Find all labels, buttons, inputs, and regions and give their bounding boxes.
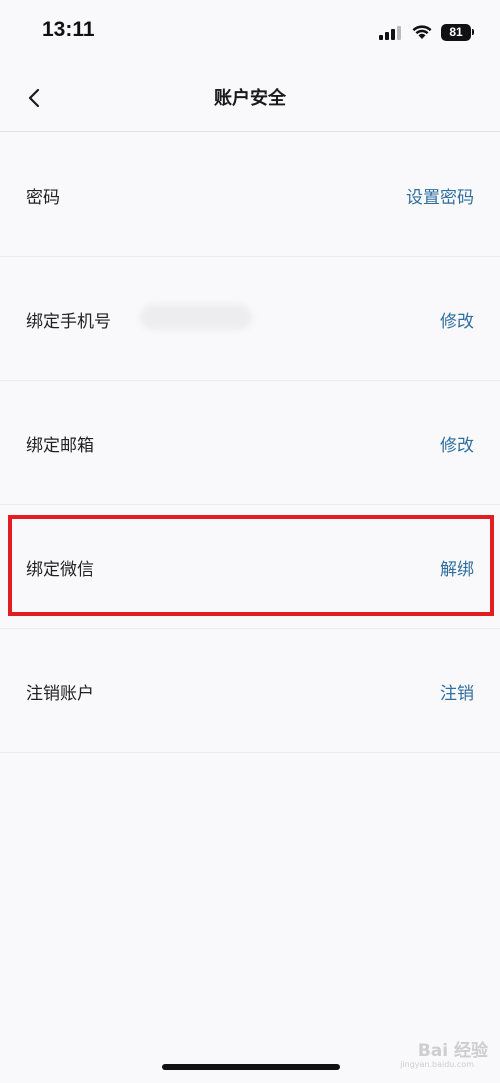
watermark-logo: Bai 经验 bbox=[417, 1041, 488, 1061]
row-label: 密码 bbox=[26, 188, 60, 208]
modify-phone-button[interactable]: 修改 bbox=[440, 307, 474, 332]
modify-email-button[interactable]: 修改 bbox=[440, 431, 474, 456]
status-icons: 81 bbox=[379, 20, 474, 44]
watermark-url: jingyan.baidu.com bbox=[400, 1060, 474, 1069]
row-label: 绑定微信 bbox=[26, 560, 94, 580]
set-password-button[interactable]: 设置密码 bbox=[406, 183, 474, 208]
status-time: 13:11 bbox=[42, 18, 95, 41]
battery-level: 81 bbox=[449, 25, 463, 39]
wifi-icon bbox=[412, 25, 432, 39]
unbind-wechat-button[interactable]: 解绑 bbox=[440, 555, 474, 580]
row-bind-email[interactable]: 绑定邮箱 修改 bbox=[0, 381, 500, 505]
row-label: 注销账户 bbox=[26, 684, 94, 704]
account-security-screen: 13:11 81 账户安全 密码 设置密码 绑定手机号 修改 绑定邮箱 修改 绑… bbox=[0, 0, 500, 1083]
row-password[interactable]: 密码 设置密码 bbox=[0, 133, 500, 257]
battery-tip bbox=[472, 29, 474, 35]
row-label: 绑定邮箱 bbox=[26, 436, 94, 456]
row-bind-wechat[interactable]: 绑定微信 解绑 bbox=[0, 505, 500, 629]
page-title: 账户安全 bbox=[214, 88, 286, 109]
settings-list: 密码 设置密码 绑定手机号 修改 绑定邮箱 修改 绑定微信 解绑 注销账户 注销 bbox=[0, 133, 500, 753]
row-label: 绑定手机号 bbox=[26, 312, 111, 332]
nav-header: 账户安全 bbox=[0, 64, 500, 132]
signal-icon bbox=[379, 24, 403, 40]
battery-icon: 81 bbox=[441, 23, 471, 41]
blurred-phone-number bbox=[140, 304, 252, 330]
home-indicator[interactable] bbox=[162, 1064, 340, 1070]
row-bind-phone[interactable]: 绑定手机号 修改 bbox=[0, 257, 500, 381]
status-bar: 13:11 81 bbox=[0, 0, 500, 64]
cancel-account-button[interactable]: 注销 bbox=[440, 679, 474, 704]
row-cancel-account[interactable]: 注销账户 注销 bbox=[0, 629, 500, 753]
